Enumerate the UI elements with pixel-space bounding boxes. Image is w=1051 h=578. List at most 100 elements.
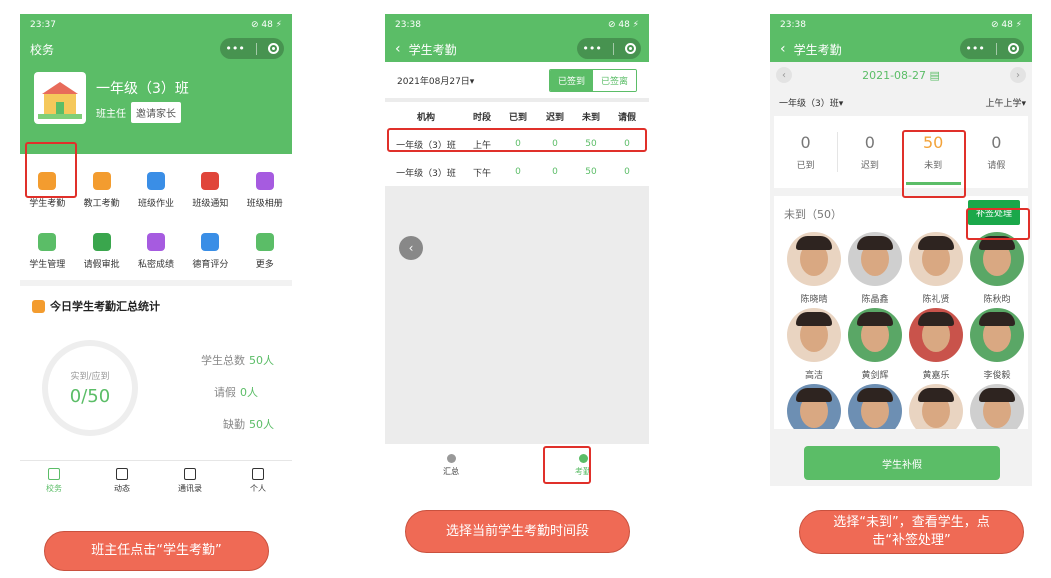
student-card[interactable]: 黄剑辉 <box>845 308 905 381</box>
avatar <box>848 384 902 429</box>
step2-caption: 选择当前学生考勤时间段 <box>405 510 630 553</box>
stat-value: 50人 <box>249 418 274 431</box>
student-name: 黄剑辉 <box>861 371 889 381</box>
grid-item-label: 德育评分 <box>192 259 229 270</box>
status-bar: 23:38 ⊘ 48 ⚡ <box>770 14 1032 36</box>
miniapp-capsule[interactable]: ••• <box>220 38 284 59</box>
miniapp-capsule[interactable]: ••• <box>960 38 1024 59</box>
class-card: 一年级（3）班 班主任 邀请家长 <box>20 62 292 154</box>
student-name: 李俊毅 <box>983 371 1011 381</box>
close-target-icon[interactable] <box>1007 43 1019 54</box>
tab-2[interactable]: 通讯录 <box>156 461 224 500</box>
miniapp-capsule[interactable]: ••• <box>577 38 641 59</box>
avatar <box>787 308 841 362</box>
student-card[interactable] <box>967 384 1027 429</box>
ring-value: 0/50 <box>69 386 111 407</box>
grid-item-3[interactable]: 班级通知 <box>183 162 237 218</box>
tab-label: 汇总 <box>443 466 459 476</box>
summary-title: 今日学生考勤汇总统计 <box>20 286 292 326</box>
table-row[interactable]: 一年级（3）班 下午 0 0 50 0 <box>385 158 649 186</box>
invite-parents-button[interactable]: 邀请家长 <box>131 102 181 123</box>
student-card[interactable]: 陈礼贤 <box>906 232 966 305</box>
grid-item-label: 教工考勤 <box>83 198 120 209</box>
tab-label: 个人 <box>250 483 266 493</box>
avatar <box>787 232 841 286</box>
student-card[interactable] <box>845 384 905 429</box>
student-card[interactable]: 黄嘉乐 <box>906 308 966 381</box>
contacts-icon <box>184 467 196 480</box>
stat-label: 学生总数 <box>201 354 245 367</box>
next-day-icon[interactable]: › <box>1010 67 1026 83</box>
grid-item-9[interactable]: 更多 <box>238 223 292 279</box>
date-bar: ‹ 2021-08-27 ▤ › <box>770 62 1032 88</box>
table-header: 机构 时段 已到 迟到 未到 请假 <box>385 102 649 130</box>
back-icon[interactable]: ‹ <box>780 41 786 57</box>
grid-item-1[interactable]: 教工考勤 <box>74 162 128 218</box>
tab-1[interactable]: 动态 <box>88 461 156 500</box>
step2-header: 23:38 ⊘ 48 ⚡ ‹ 学生考勤 ••• <box>385 14 649 62</box>
highlight-fix-button <box>966 208 1030 240</box>
student-leave-button[interactable]: 学生补假 <box>804 446 1000 480</box>
user-icon <box>252 467 264 480</box>
avatar <box>970 384 1024 429</box>
tab-0[interactable]: 校务 <box>20 461 88 500</box>
close-target-icon[interactable] <box>267 43 279 54</box>
student-card[interactable] <box>906 384 966 429</box>
period-filter[interactable]: 上午上学▾ <box>985 96 1026 109</box>
filter-row: 一年级（3）班▾ 上午上学▾ <box>770 88 1032 116</box>
date-picker[interactable]: 2021年08月27日▾ <box>397 74 474 87</box>
grid-item-5[interactable]: 学生管理 <box>20 223 74 279</box>
student-name: 陈秋昀 <box>983 295 1011 305</box>
student-card[interactable]: 陈秋昀 <box>967 232 1027 305</box>
student-card[interactable]: 李俊毅 <box>967 308 1027 381</box>
table-cell: 0 <box>552 167 558 177</box>
grid-item-4[interactable]: 班级相册 <box>238 162 292 218</box>
grid-item-8[interactable]: 德育评分 <box>183 223 237 279</box>
stat-label: 请假 <box>214 386 236 399</box>
album-icon <box>255 171 274 190</box>
count-label: 已到 <box>796 161 815 171</box>
tab-3[interactable]: 个人 <box>224 461 292 500</box>
grid-item-7[interactable]: 私密成绩 <box>129 223 183 279</box>
avatar <box>848 308 902 362</box>
grid-item-label: 私密成绩 <box>137 259 174 270</box>
medal-icon <box>201 232 220 251</box>
more-icon[interactable]: ••• <box>225 42 244 55</box>
grid-item-label: 班级作业 <box>137 198 174 209</box>
side-collapse-icon[interactable]: ‹ <box>399 236 423 260</box>
status-right: ⊘ 48 ⚡ <box>607 20 639 30</box>
signed-in-tab[interactable]: 已签到 <box>549 69 593 91</box>
signed-out-tab[interactable]: 已签离 <box>592 69 636 91</box>
more-icon[interactable]: ••• <box>965 42 984 55</box>
close-target-icon[interactable] <box>624 43 636 54</box>
prev-day-icon[interactable]: ‹ <box>776 67 792 83</box>
student-card[interactable]: 陈晶鑫 <box>845 232 905 305</box>
back-icon[interactable]: ‹ <box>395 41 401 57</box>
student-name: 黄嘉乐 <box>922 371 950 381</box>
nav-bar: ‹ 学生考勤 ••• <box>770 36 1032 62</box>
class-filter[interactable]: 一年级（3）班▾ <box>779 96 843 109</box>
signin-toggle: 已签到 已签离 <box>548 68 637 92</box>
more-icon[interactable]: ••• <box>582 42 601 55</box>
grid-item-6[interactable]: 请假审批 <box>74 223 128 279</box>
attendance-summary-card: 今日学生考勤汇总统计 实到/应到 0/50 学生总数 50人 请假 0人 缺勤 50人 <box>20 286 292 481</box>
student-card[interactable]: 陈晓晴 <box>784 232 844 305</box>
count-3[interactable]: 0 请假 <box>965 133 1028 171</box>
grid-item-2[interactable]: 班级作业 <box>129 162 183 218</box>
approval-icon <box>92 232 111 251</box>
date-label[interactable]: 2021-08-27 ▤ <box>862 69 940 82</box>
count-0[interactable]: 0 已到 <box>774 133 837 171</box>
count-1[interactable]: 0 迟到 <box>838 133 901 171</box>
status-time: 23:38 <box>395 20 421 30</box>
bottom-tab-bar: 汇总 考勤 <box>385 444 649 486</box>
student-card[interactable] <box>784 384 844 429</box>
student-card[interactable]: 高洁 <box>784 308 844 381</box>
avatar <box>909 232 963 286</box>
tab-0[interactable]: 汇总 <box>385 444 517 486</box>
column-header: 未到 <box>581 112 600 123</box>
grid-item-label: 班级通知 <box>192 198 229 209</box>
filter-toolbar: 2021年08月27日▾ 已签到 已签离 <box>385 62 649 98</box>
attendance-counts: 0 已到 0 迟到 50 未到 0 请假 <box>774 116 1028 188</box>
class-name: 一年级（3）班 <box>96 81 189 97</box>
avatar <box>970 308 1024 362</box>
